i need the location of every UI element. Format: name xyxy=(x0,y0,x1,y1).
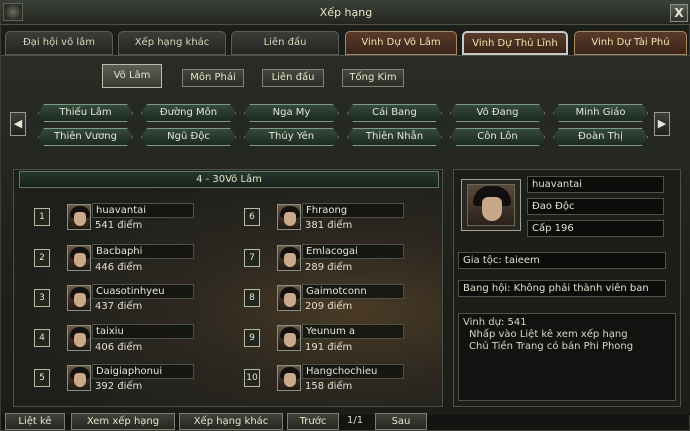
desc-line: Vinh dự: 541 xyxy=(463,317,527,328)
subtab-vo-lam[interactable]: Võ Lâm xyxy=(102,64,162,88)
avatar xyxy=(277,245,301,271)
tab-vinh-du-vo-lam[interactable]: Vinh Dự Võ Lâm xyxy=(345,31,457,55)
selected-avatar xyxy=(461,179,521,231)
player-name: Hangchochieu xyxy=(302,364,404,379)
sect-con-lon[interactable]: Côn Lôn xyxy=(450,128,545,146)
info-school: Đao Độc xyxy=(527,198,664,215)
sect-thuy-yen[interactable]: Thúy Yên xyxy=(244,128,339,146)
avatar xyxy=(67,204,91,230)
subtab-tong-kim[interactable]: Tống Kim xyxy=(342,69,404,87)
subtab-mon-phai[interactable]: Môn Phái xyxy=(182,69,244,87)
page-indicator: 1/1 xyxy=(347,415,364,426)
info-guild: Bang hội: Không phải thành viên ban xyxy=(458,280,666,297)
ranking-window: Xếp hạng X Đại hội võ lâm Xếp hạng khác … xyxy=(0,0,690,431)
rank-number: 5 xyxy=(34,369,50,387)
rank-number: 1 xyxy=(34,208,50,226)
close-button[interactable]: X xyxy=(670,4,688,22)
view-ranking-button[interactable]: Xem xếp hạng xyxy=(71,413,175,430)
list-button[interactable]: Liệt kê xyxy=(5,413,65,430)
avatar xyxy=(277,325,301,351)
sect-minh-giao[interactable]: Minh Giáo xyxy=(553,104,648,122)
tab-vinh-du-tai-phu[interactable]: Vinh Dự Tài Phú xyxy=(574,31,687,55)
rank-number: 9 xyxy=(244,329,260,347)
player-score: 392 điểm xyxy=(95,381,143,392)
rank-number: 7 xyxy=(244,249,260,267)
player-score: 437 điểm xyxy=(95,301,143,312)
sect-vo-dang[interactable]: Võ Đang xyxy=(450,104,545,122)
rank-number: 6 xyxy=(244,208,260,226)
player-score: 446 điểm xyxy=(95,262,143,273)
sect-cai-bang[interactable]: Cái Bang xyxy=(347,104,442,122)
next-page-button[interactable]: Sau xyxy=(375,413,427,430)
tab-vinh-du-thu-linh[interactable]: Vinh Dự Thủ Lĩnh xyxy=(462,31,568,55)
avatar xyxy=(67,325,91,351)
sect-doan-thi[interactable]: Đoàn Thị xyxy=(553,128,648,146)
scroll-right-arrow-icon[interactable]: ▶ xyxy=(654,112,670,136)
info-name: huavantai xyxy=(527,176,664,193)
player-name: Daigiaphonui xyxy=(92,364,194,379)
tab-dai-hoi-vo-lam[interactable]: Đại hội võ lâm xyxy=(5,31,113,55)
avatar xyxy=(67,365,91,391)
other-ranking-button[interactable]: Xếp hạng khác xyxy=(179,413,283,430)
player-name: taixiu xyxy=(92,324,194,339)
player-name: Emlacogai xyxy=(302,244,404,259)
rank-number: 10 xyxy=(244,369,260,387)
ranking-list-header: 4 - 30Võ Lâm xyxy=(19,171,439,188)
player-score: 406 điểm xyxy=(95,342,143,353)
scroll-left-arrow-icon[interactable]: ◀ xyxy=(10,112,26,136)
sect-thien-nhan[interactable]: Thiên Nhẫn xyxy=(347,128,442,146)
player-name: Cuasotinhyeu xyxy=(92,284,194,299)
info-level: Cấp 196 xyxy=(527,220,664,237)
rank-number: 8 xyxy=(244,289,260,307)
subtab-lien-dau[interactable]: Liên đấu xyxy=(262,69,324,87)
avatar xyxy=(277,365,301,391)
player-score: 209 điểm xyxy=(305,301,353,312)
player-name: Gaimotconn xyxy=(302,284,404,299)
tab-xep-hang-khac[interactable]: Xếp hạng khác xyxy=(118,31,226,55)
player-name: Bacbaphi xyxy=(92,244,194,259)
sect-nga-my[interactable]: Nga My xyxy=(244,104,339,122)
sect-ngu-doc[interactable]: Ngũ Độc xyxy=(141,128,236,146)
sect-thien-vuong[interactable]: Thiên Vương xyxy=(38,128,133,146)
avatar xyxy=(277,204,301,230)
avatar xyxy=(67,285,91,311)
rank-number: 3 xyxy=(34,289,50,307)
rank-number: 2 xyxy=(34,249,50,267)
window-title: Xếp hạng xyxy=(319,6,373,19)
player-score: 191 điểm xyxy=(305,342,353,353)
player-score: 289 điểm xyxy=(305,262,353,273)
title-bar[interactable]: Xếp hạng X xyxy=(1,1,690,25)
player-score: 541 điểm xyxy=(95,220,143,231)
avatar xyxy=(277,285,301,311)
desc-line: Nhấp vào Liệt kê xem xếp hạng xyxy=(469,329,628,340)
player-name: Fhraong xyxy=(302,203,404,218)
prev-page-button[interactable]: Trước xyxy=(287,413,339,430)
description-box: Vinh dự: 541 Nhấp vào Liệt kê xem xếp hạ… xyxy=(458,313,676,401)
sect-thieu-lam[interactable]: Thiếu Lâm xyxy=(38,104,133,122)
avatar xyxy=(67,245,91,271)
rank-number: 4 xyxy=(34,329,50,347)
desc-line: Chủ Tiền Trang có bán Phi Phong xyxy=(469,341,634,352)
tab-lien-dau[interactable]: Liên đấu xyxy=(231,31,339,55)
sect-duong-mon[interactable]: Đường Môn xyxy=(141,104,236,122)
player-score: 381 điểm xyxy=(305,220,353,231)
info-family: Gia tộc: taieem xyxy=(458,252,666,269)
player-score: 158 điểm xyxy=(305,381,353,392)
player-name: huavantai xyxy=(92,203,194,218)
player-name: Yeunum a xyxy=(302,324,404,339)
